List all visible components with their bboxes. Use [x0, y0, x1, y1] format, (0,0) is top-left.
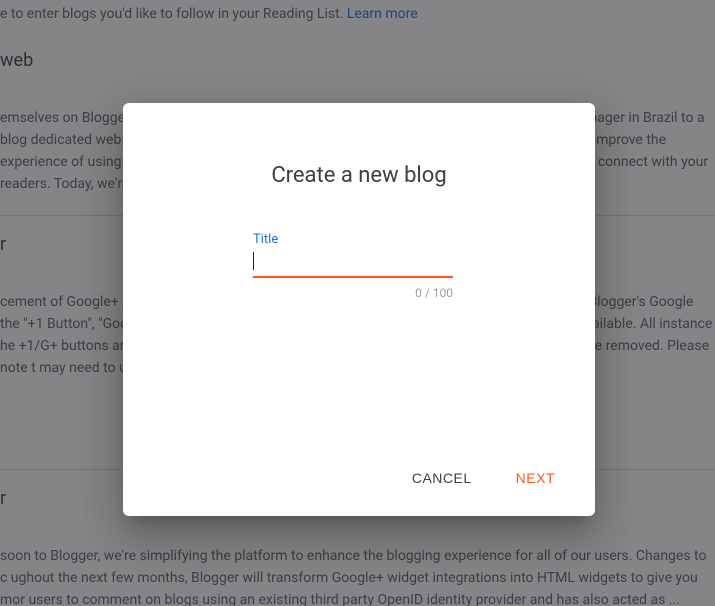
- create-blog-dialog: Create a new blog Title 0 / 100 CANCEL N…: [123, 103, 595, 516]
- dialog-title: Create a new blog: [123, 103, 595, 212]
- next-button[interactable]: NEXT: [512, 464, 559, 492]
- dialog-body: Title 0 / 100: [123, 212, 595, 448]
- title-field-label: Title: [253, 232, 465, 247]
- dialog-actions: CANCEL NEXT: [123, 448, 595, 516]
- page-root: e to enter blogs you'd like to follow in…: [0, 0, 715, 606]
- cancel-button[interactable]: CANCEL: [408, 464, 476, 492]
- title-field-wrap: [253, 249, 465, 278]
- title-input[interactable]: [253, 249, 453, 278]
- char-counter: 0 / 100: [253, 286, 453, 300]
- text-caret: [253, 252, 254, 270]
